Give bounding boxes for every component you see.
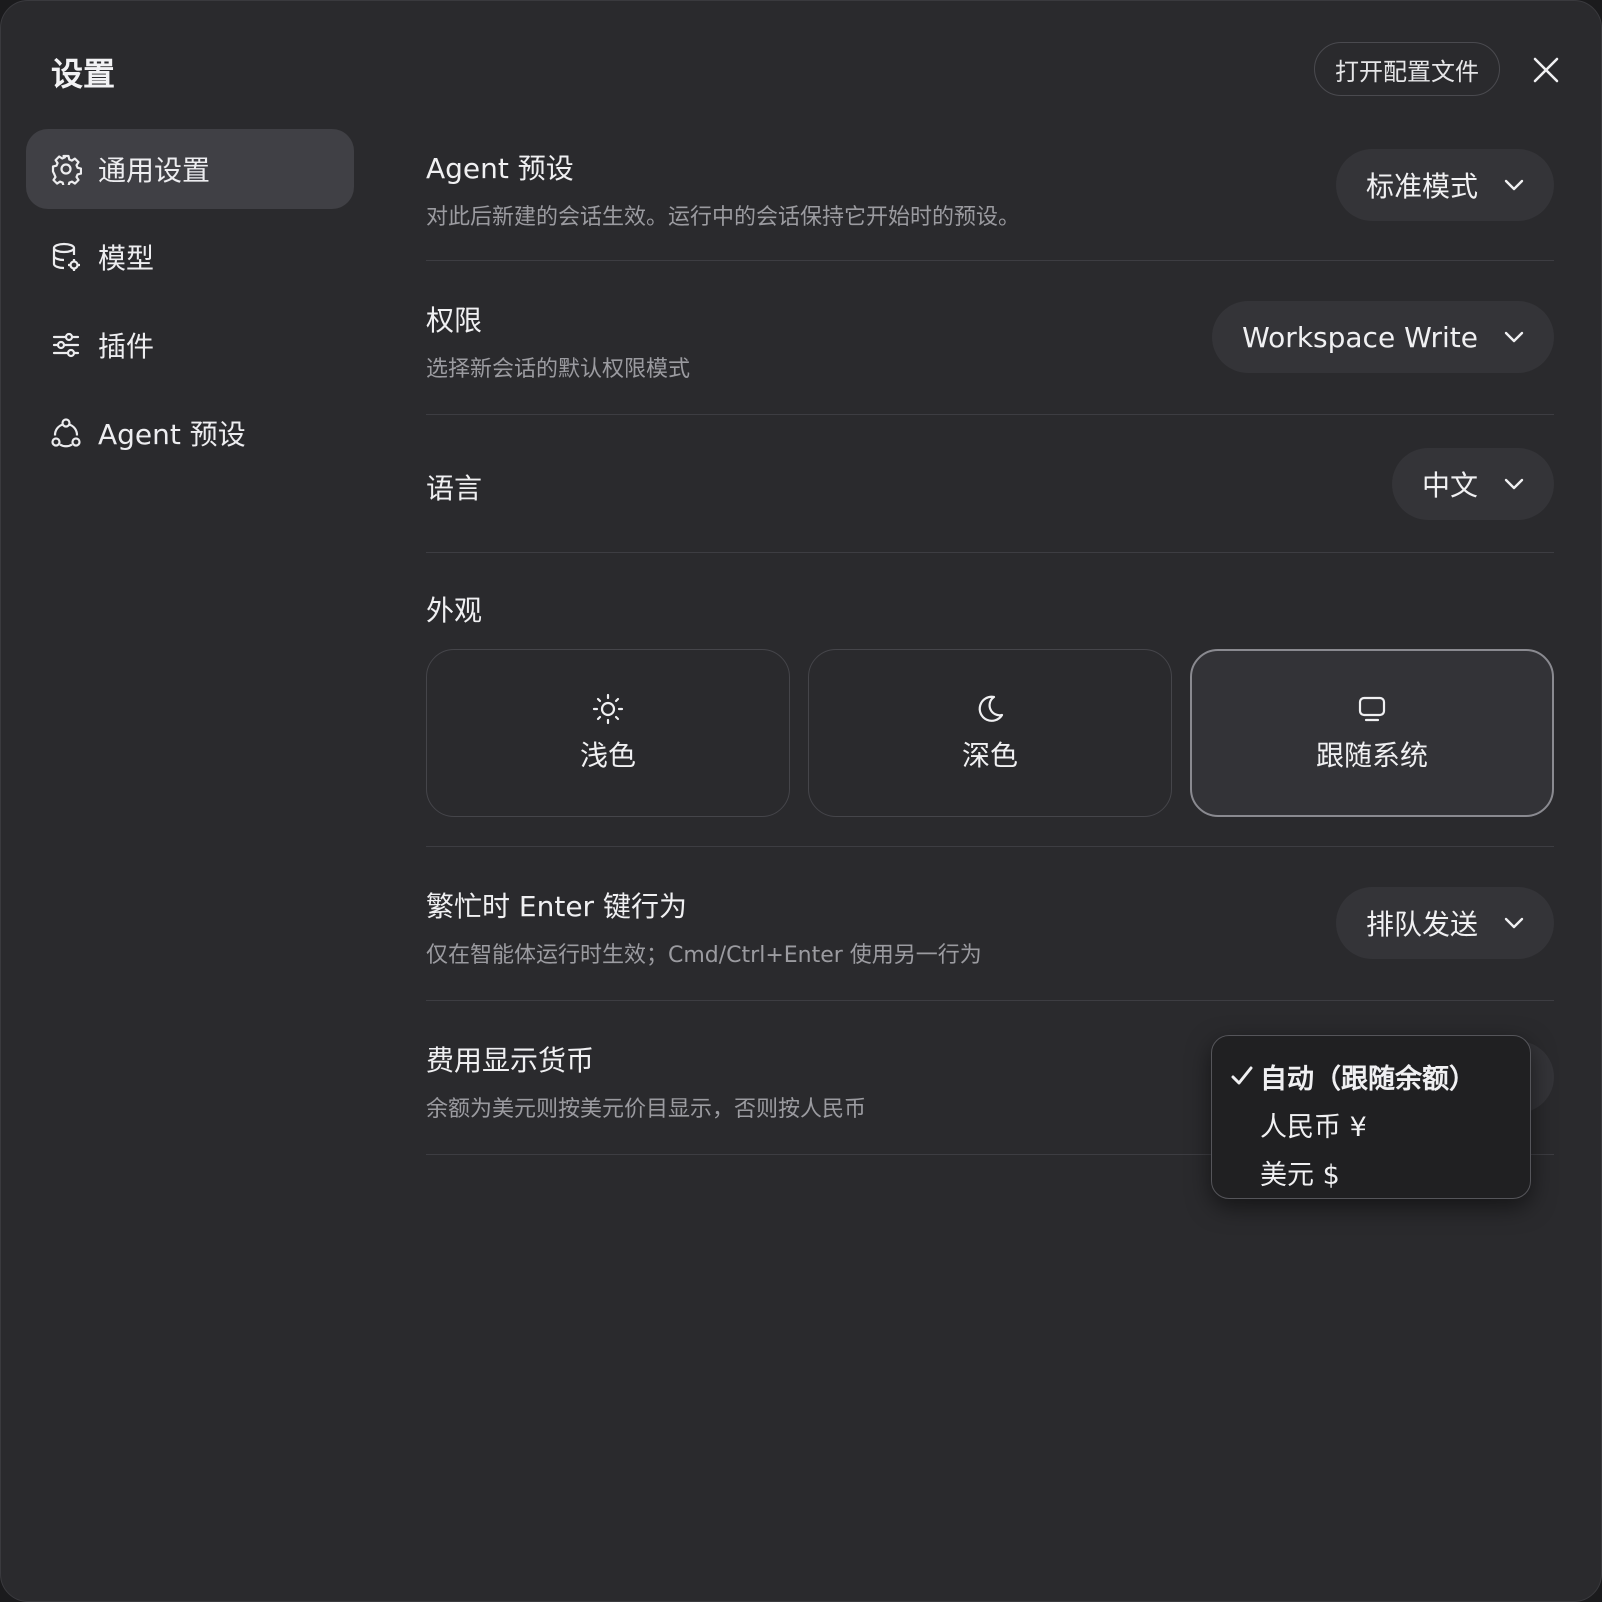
menu-item-label: 美元 $ xyxy=(1260,1159,1340,1191)
setting-label: 语言 xyxy=(426,472,483,505)
currency-dropdown-menu: 自动（跟随余额） 人民币 ¥ 美元 $ xyxy=(1211,1035,1531,1199)
permissions-select[interactable]: Workspace Write xyxy=(1212,301,1554,373)
currency-option-usd[interactable]: 美元 $ xyxy=(1212,1148,1530,1196)
select-value: 标准模式 xyxy=(1365,170,1478,203)
gear-icon xyxy=(50,153,82,185)
enter-behavior-select[interactable]: 排队发送 xyxy=(1335,887,1554,959)
sliders-icon xyxy=(50,329,82,361)
settings-window: 设置 打开配置文件 通用设置 模型 插件 Agent 预设 Agent 预设 对… xyxy=(0,0,1602,1602)
appearance-system-option[interactable]: 跟随系统 xyxy=(1190,649,1554,817)
chevron-down-icon xyxy=(1504,913,1524,933)
menu-item-label: 自动（跟随余额） xyxy=(1260,1063,1476,1095)
sidebar-item-label: 插件 xyxy=(98,330,155,363)
appearance-option-label: 浅色 xyxy=(579,739,636,772)
currency-option-cny[interactable]: 人民币 ¥ xyxy=(1212,1100,1530,1148)
checkmark-icon xyxy=(1231,1066,1253,1085)
moon-icon xyxy=(973,692,1007,726)
chevron-down-icon xyxy=(1504,474,1524,494)
select-value: 排队发送 xyxy=(1365,908,1478,941)
setting-appearance: 外观 浅色 深色 跟随系统 xyxy=(426,553,1554,847)
appearance-light-option[interactable]: 浅色 xyxy=(426,649,790,817)
chevron-down-icon xyxy=(1504,175,1524,195)
close-icon xyxy=(1533,57,1559,83)
database-gear-icon xyxy=(50,241,82,273)
chevron-down-icon xyxy=(1504,327,1524,347)
sidebar-item-plugins[interactable]: 插件 xyxy=(26,305,354,385)
setting-agent-preset: Agent 预设 对此后新建的会话生效。运行中的会话保持它开始时的预设。 标准模… xyxy=(426,129,1554,261)
page-title: 设置 xyxy=(51,55,116,93)
sun-icon xyxy=(591,692,625,726)
appearance-options: 浅色 深色 跟随系统 xyxy=(426,649,1554,817)
agent-preset-select[interactable]: 标准模式 xyxy=(1335,149,1554,221)
sidebar-item-label: Agent 预设 xyxy=(98,418,246,451)
sidebar-item-label: 模型 xyxy=(98,242,155,275)
language-select[interactable]: 中文 xyxy=(1391,448,1554,520)
setting-label: 外观 xyxy=(426,594,483,627)
monitor-icon xyxy=(1355,692,1389,726)
appearance-dark-option[interactable]: 深色 xyxy=(808,649,1172,817)
appearance-option-label: 深色 xyxy=(961,739,1018,772)
nodes-icon xyxy=(50,417,82,449)
setting-language: 语言 中文 xyxy=(426,415,1554,553)
select-value: Workspace Write xyxy=(1242,320,1478,354)
sidebar-item-models[interactable]: 模型 xyxy=(26,217,354,297)
currency-option-auto[interactable]: 自动（跟随余额） xyxy=(1212,1052,1530,1100)
menu-item-label: 人民币 ¥ xyxy=(1260,1111,1367,1143)
sidebar-item-general[interactable]: 通用设置 xyxy=(26,129,354,209)
setting-permissions: 权限 选择新会话的默认权限模式 Workspace Write xyxy=(426,261,1554,415)
sidebar-item-label: 通用设置 xyxy=(98,154,211,187)
open-config-button[interactable]: 打开配置文件 xyxy=(1314,42,1500,96)
sidebar-item-agent-presets[interactable]: Agent 预设 xyxy=(26,393,354,473)
setting-enter-behavior: 繁忙时 Enter 键行为 仅在智能体运行时生效；Cmd/Ctrl+Enter … xyxy=(426,847,1554,1001)
close-button[interactable] xyxy=(1529,53,1563,87)
sidebar: 通用设置 模型 插件 Agent 预设 xyxy=(26,129,354,481)
select-value: 中文 xyxy=(1421,469,1478,502)
appearance-option-label: 跟随系统 xyxy=(1315,739,1428,772)
settings-main: Agent 预设 对此后新建的会话生效。运行中的会话保持它开始时的预设。 标准模… xyxy=(426,129,1554,1155)
